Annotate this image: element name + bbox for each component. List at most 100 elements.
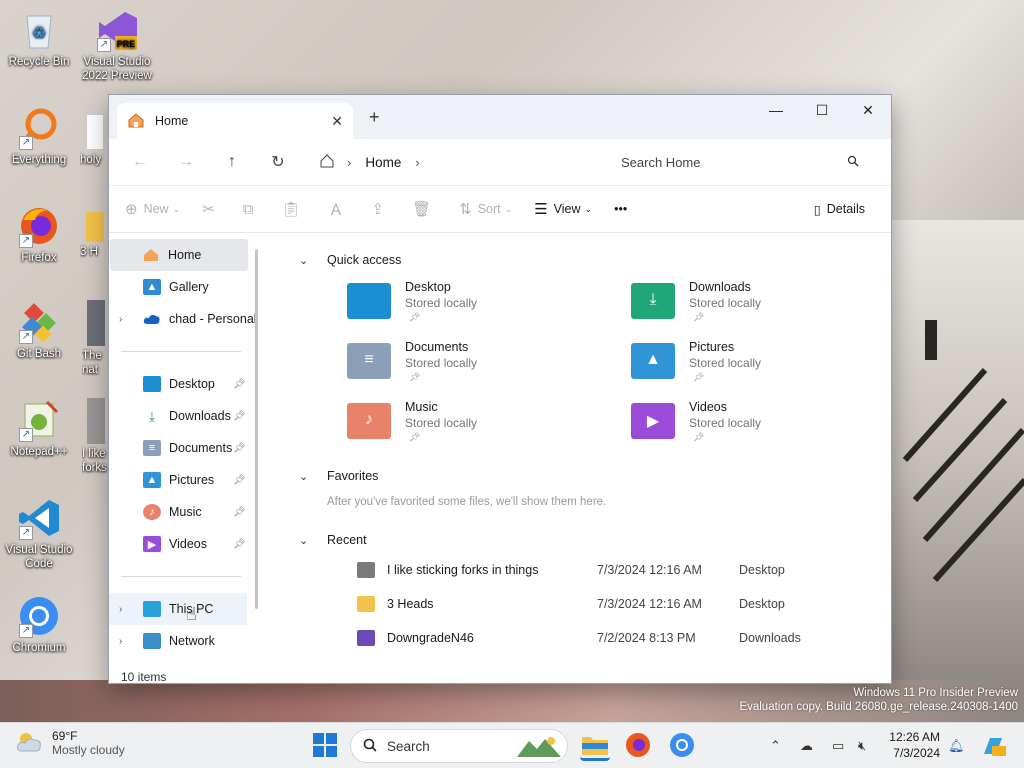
sidebar-item-music[interactable]: ♪ Music 📌︎ [109, 496, 263, 528]
desktop-icon-holy[interactable]: holy [80, 114, 110, 167]
copilot-icon[interactable] [980, 723, 1006, 768]
music-note-icon: ♪ [365, 411, 373, 428]
forward-button[interactable]: → [163, 147, 209, 177]
pin-icon: 📌︎ [233, 474, 246, 486]
chevron-right-icon[interactable]: › [415, 155, 419, 170]
view-button[interactable]: ☰ View ⌄ [534, 200, 592, 218]
recent-header[interactable]: ⌄ Recent [299, 527, 891, 553]
desktop-icon-visual-studio-code[interactable]: ↗ Visual Studio Code [4, 496, 74, 571]
sidebar-item-home[interactable]: Home [110, 239, 248, 271]
desktop-icon-chromium[interactable]: ↗ Chromium [4, 594, 74, 655]
taskbar-search[interactable]: Search [350, 729, 568, 763]
item-name: Pictures [689, 340, 735, 354]
network-status-icon[interactable]: ▭ [832, 723, 844, 768]
start-button[interactable] [312, 732, 340, 760]
taskbar-search-placeholder: Search [387, 738, 430, 754]
sidebar-item-documents[interactable]: ≡ Documents 📌︎ [109, 432, 263, 464]
favorites-header[interactable]: ⌄ Favorites [299, 463, 891, 489]
chevron-down-icon: ⌄ [584, 203, 593, 214]
address-bar[interactable]: › Home › [311, 145, 599, 179]
sidebar-item-videos[interactable]: ▶ Videos 📌︎ [109, 528, 263, 560]
delete-button[interactable]: 🗑︎ [412, 200, 437, 218]
quick-access-item-pictures[interactable]: ▲ Pictures Stored locally 📌︎ [631, 339, 891, 399]
desktop-icon-notepad-plus-plus[interactable]: ↗ Notepad++ [4, 398, 74, 459]
desktop-icon-git-bash[interactable]: ↗ Git Bash [4, 300, 74, 361]
chevron-right-icon[interactable]: › [119, 636, 122, 647]
share-button[interactable]: ⇪ [372, 200, 391, 218]
quick-access-item-documents[interactable]: ≡ Documents Stored locally 📌︎ [347, 339, 631, 399]
cut-button[interactable]: ✂ [202, 200, 221, 218]
minimize-button[interactable]: — [753, 95, 799, 125]
sidebar-item-gallery[interactable]: ▲ Gallery [109, 271, 263, 303]
sidebar-item-network[interactable]: › Network [109, 625, 263, 657]
sidebar-item-pictures[interactable]: ▲ Pictures 📌︎ [109, 464, 263, 496]
sidebar-item-downloads[interactable]: ⤓ Downloads 📌︎ [109, 400, 263, 432]
quick-access-item-videos[interactable]: ▶ Videos Stored locally 📌︎ [631, 399, 891, 459]
breadcrumb-home[interactable]: Home [365, 155, 401, 170]
desktop-icon-firefox[interactable]: ↗ Firefox [4, 204, 74, 265]
desktop-icon-everything[interactable]: ↗ Everything [4, 106, 74, 167]
clock-date: 7/3/2024 [893, 746, 940, 760]
quick-access-item-music[interactable]: ♪ Music Stored locally 📌︎ [347, 399, 631, 459]
desktop-icon-visual-studio-2022-preview[interactable]: PRE ↗ Visual Studio 2022 Preview [82, 8, 152, 83]
sidebar-scrollbar[interactable] [255, 249, 258, 609]
recent-location: Downloads [739, 631, 801, 645]
recent-row[interactable]: 3 Heads 7/3/2024 12:16 AM Desktop [357, 587, 891, 621]
navigation-bar: ← → ↑ ↻ › Home › Search Home [109, 139, 891, 185]
chevron-right-icon[interactable]: › [119, 314, 122, 325]
chevron-right-icon[interactable]: › [119, 604, 122, 615]
shortcut-arrow-icon: ↗ [19, 428, 33, 442]
chevron-down-icon: ⌄ [299, 470, 309, 483]
recycle-bin-icon: ♻ [17, 8, 61, 52]
quick-access-item-downloads[interactable]: ⤓ Downloads Stored locally 📌︎ [631, 279, 891, 339]
tray-chevron-up-icon[interactable]: ⌃ [770, 723, 781, 768]
back-button[interactable]: ← [117, 147, 163, 177]
desktop-icon-i-like-forks[interactable]: I like forks [82, 398, 110, 475]
recent-row[interactable]: I like sticking forks in things 7/3/2024… [357, 553, 891, 587]
recent-row[interactable]: DowngradeN46 7/2/2024 8:13 PM Downloads [357, 621, 891, 655]
more-options-button[interactable]: ••• [614, 202, 627, 216]
image-file-icon [87, 398, 105, 444]
network-icon [143, 633, 161, 649]
group-title: Quick access [327, 253, 402, 267]
taskbar-file-explorer[interactable] [580, 731, 610, 761]
close-window-button[interactable]: ✕ [845, 95, 891, 125]
pin-icon: 📌︎ [233, 442, 246, 454]
sidebar-item-onedrive[interactable]: › chad - Personal [109, 303, 263, 335]
new-button[interactable]: ⊕ New ⌄ [125, 200, 180, 218]
refresh-button[interactable]: ↻ [255, 147, 301, 177]
sidebar-item-this-pc[interactable]: › This PC [109, 593, 247, 625]
weather-widget[interactable]: 69°F Mostly cloudy [16, 729, 125, 757]
pin-icon: 📌︎ [409, 312, 421, 322]
rename-button[interactable]: Ａ [328, 199, 349, 220]
windows-watermark: Windows 11 Pro Insider Preview Evaluatio… [739, 686, 1018, 714]
up-button[interactable]: ↑ [209, 147, 255, 177]
music-icon: ♪ [143, 504, 161, 520]
paste-button[interactable]: 📋︎ [281, 200, 306, 218]
quick-access-header[interactable]: ⌄ Quick access [299, 247, 891, 273]
volume-icon[interactable]: 🔇︎ [858, 723, 866, 768]
new-tab-button[interactable]: + [369, 107, 380, 128]
gallery-icon: ▲ [143, 279, 161, 295]
quick-access-item-desktop[interactable]: Desktop Stored locally 📌︎ [347, 279, 631, 339]
maximize-button[interactable]: ☐ [799, 95, 845, 125]
search-icon [847, 155, 859, 170]
search-box[interactable]: Search Home [609, 145, 871, 179]
sidebar-item-desktop[interactable]: Desktop 📌︎ [109, 368, 263, 400]
system-clock[interactable]: 12:26 AM 7/3/2024 [882, 729, 940, 761]
notification-bell-icon[interactable]: 🔔︎ [948, 723, 965, 768]
git-bash-icon: ↗ [17, 300, 61, 344]
close-tab-icon[interactable]: ✕ [331, 113, 343, 130]
copy-button[interactable]: ⧉ [243, 201, 260, 218]
sort-button[interactable]: ⇅ Sort ⌄ [459, 200, 512, 218]
desktop-icon-recycle-bin[interactable]: ♻ Recycle Bin [4, 8, 74, 69]
view-list-icon: ☰ [534, 201, 548, 218]
tab-home[interactable]: Home ✕ [117, 103, 353, 139]
desktop-icon-3-heads[interactable]: 3 H [80, 212, 110, 259]
taskbar-firefox[interactable] [624, 731, 654, 761]
tab-title: Home [155, 114, 189, 128]
desktop-icon-the-nat[interactable]: The nat [82, 300, 110, 377]
onedrive-cloud-icon[interactable]: ☁ [800, 723, 813, 768]
taskbar-chromium[interactable] [668, 731, 698, 761]
details-button[interactable]: ▯ Details [814, 202, 865, 217]
